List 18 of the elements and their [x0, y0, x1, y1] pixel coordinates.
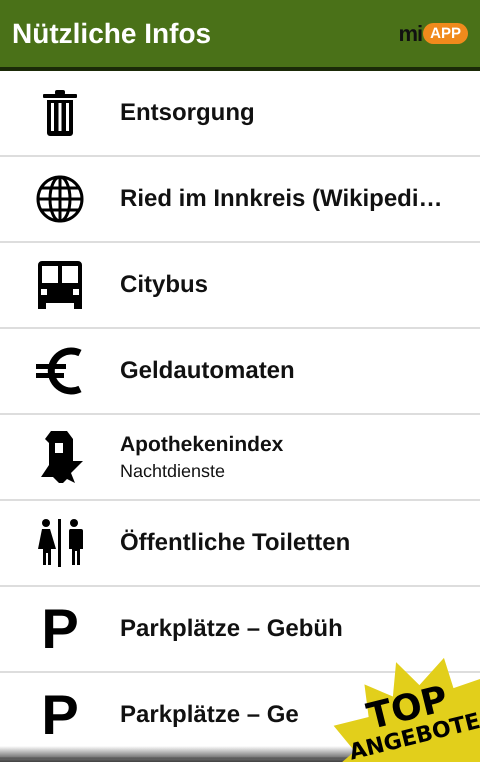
parking-icon: P — [41, 604, 79, 654]
item-title[interactable]: Ried im Innkreis (Wikipedi… — [120, 185, 443, 213]
item-subtitle: Nachtdienste — [120, 460, 226, 482]
globe-icon — [35, 174, 85, 224]
item-title[interactable]: Entsorgung — [120, 99, 255, 127]
item-title[interactable]: Parkplätze – Gebüh — [120, 615, 343, 643]
euro-sign-icon — [36, 347, 84, 395]
app-logo: mi APP — [398, 20, 468, 46]
trash-can-icon — [40, 89, 80, 137]
item-title[interactable]: Öffentliche Toiletten — [120, 529, 350, 557]
item-title[interactable]: Parkplätze – Ge — [120, 701, 299, 729]
parking-icon: P — [41, 690, 79, 740]
toilet-figures-icon — [36, 519, 84, 567]
item-title[interactable]: Apothekenindex — [120, 432, 284, 456]
item-title[interactable]: Geldautomaten — [120, 357, 295, 385]
item-title[interactable]: Citybus — [120, 271, 208, 299]
screen-title: Nützliche Infos — [12, 18, 212, 50]
bus-icon — [38, 261, 82, 309]
